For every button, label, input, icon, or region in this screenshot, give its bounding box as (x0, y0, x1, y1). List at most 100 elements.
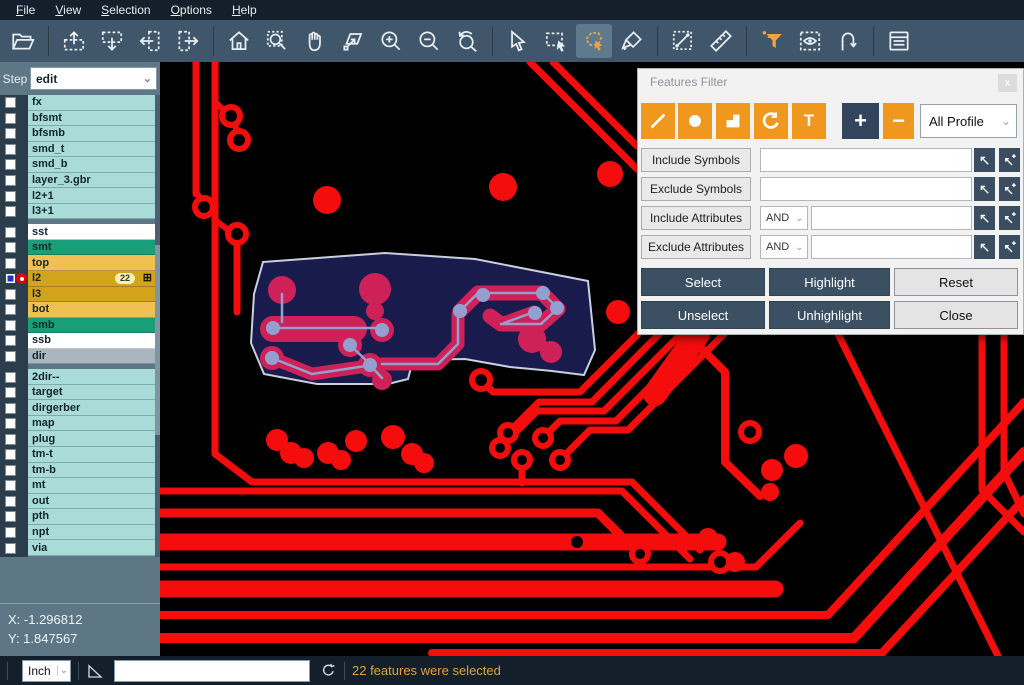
pan-down-icon[interactable] (94, 24, 130, 58)
layer-name-l3[interactable]: l3 (28, 287, 155, 303)
layer-row-l3+1[interactable]: l3+1 (0, 204, 155, 220)
layer-checkbox-sst[interactable] (5, 227, 16, 238)
menu-help[interactable]: Help (222, 1, 267, 19)
layer-checkbox-l2+1[interactable] (5, 191, 16, 202)
layer-checkbox-ssb[interactable] (5, 335, 16, 346)
layer-row-smd_t[interactable]: smd_t (0, 142, 155, 158)
layer-row-bfsmb[interactable]: bfsmb (0, 126, 155, 142)
layer-row-l2[interactable]: l222⊞ (0, 271, 155, 287)
layer-row-tm-t[interactable]: tm-t (0, 447, 155, 463)
pan-right-icon[interactable] (170, 24, 206, 58)
zoom-home-icon[interactable] (221, 24, 257, 58)
layer-checkbox-fx[interactable] (5, 97, 16, 108)
pick-symbol-icon[interactable] (974, 148, 995, 172)
layer-checkbox-bfsmb[interactable] (5, 128, 16, 139)
include-symbols-button[interactable]: Include Symbols (641, 148, 751, 172)
exclude-attributes-button[interactable]: Exclude Attributes (641, 235, 751, 259)
layer-name-plug[interactable]: plug (28, 431, 155, 447)
command-input[interactable] (114, 660, 310, 682)
layer-name-smd_t[interactable]: smd_t (28, 142, 155, 158)
layer-name-map[interactable]: map (28, 416, 155, 432)
layer-row-tm-b[interactable]: tm-b (0, 463, 155, 479)
layer-name-target[interactable]: target (28, 385, 155, 401)
layer-row-via[interactable]: via (0, 540, 155, 556)
layer-row-ssb[interactable]: ssb (0, 333, 155, 349)
filter-include-icon[interactable]: + (842, 103, 879, 139)
feature-info-icon[interactable] (881, 24, 917, 58)
layer-row-npt[interactable]: npt (0, 525, 155, 541)
layer-checkbox-smb[interactable] (5, 320, 16, 331)
layer-name-bfsmt[interactable]: bfsmt (28, 111, 155, 127)
filter-exclude-icon[interactable]: − (883, 103, 914, 139)
layer-row-smd_b[interactable]: smd_b (0, 157, 155, 173)
layer-name-out[interactable]: out (28, 494, 155, 510)
layer-checkbox-out[interactable] (5, 496, 16, 507)
pick-attribute-icon[interactable] (974, 206, 995, 230)
pan-up-icon[interactable] (56, 24, 92, 58)
filter-arc-icon[interactable] (754, 103, 788, 139)
ruler-icon[interactable] (703, 24, 739, 58)
active-layer-indicator[interactable] (16, 273, 27, 284)
layer-checkbox-dir[interactable] (5, 351, 16, 362)
exclude-symbols-input[interactable] (760, 177, 972, 201)
layer-row-smt[interactable]: smt (0, 240, 155, 256)
layer-row-mt[interactable]: mt (0, 478, 155, 494)
pan-left-icon[interactable] (132, 24, 168, 58)
layer-row-2dir--[interactable]: 2dir-- (0, 369, 155, 385)
layer-name-l2+1[interactable]: l2+1 (28, 188, 155, 204)
layer-checkbox-bfsmt[interactable] (5, 113, 16, 124)
layer-name-via[interactable]: via (28, 540, 155, 556)
layer-checkbox-plug[interactable] (5, 434, 16, 445)
filter-text-icon[interactable]: T (792, 103, 826, 139)
pick-add-attribute-icon[interactable] (999, 206, 1020, 230)
layer-checkbox-smt[interactable] (5, 242, 16, 253)
layer-row-out[interactable]: out (0, 494, 155, 510)
pick-add-symbol-icon[interactable] (999, 148, 1020, 172)
layer-row-pth[interactable]: pth (0, 509, 155, 525)
unit-dropdown[interactable]: Inch ⌄ (22, 660, 71, 682)
layer-name-bot[interactable]: bot (28, 302, 155, 318)
zoom-in-icon[interactable] (373, 24, 409, 58)
layer-checkbox-npt[interactable] (5, 527, 16, 538)
layer-row-top[interactable]: top (0, 255, 155, 271)
features-filter-icon[interactable] (754, 24, 790, 58)
open-file-icon[interactable] (5, 24, 41, 58)
layer-checkbox-smd_b[interactable] (5, 159, 16, 170)
filter-surface-icon[interactable] (716, 103, 750, 139)
include-symbols-input[interactable] (760, 148, 972, 172)
layer-name-l3+1[interactable]: l3+1 (28, 204, 155, 220)
layer-row-sst[interactable]: sst (0, 224, 155, 240)
layer-checkbox-via[interactable] (5, 543, 16, 554)
layer-checkbox-2dir--[interactable] (5, 372, 16, 383)
step-dropdown[interactable]: edit ⌄ (30, 67, 157, 90)
zoom-out-icon[interactable] (411, 24, 447, 58)
layer-name-ssb[interactable]: ssb (28, 333, 155, 349)
layer-row-smb[interactable]: smb (0, 318, 155, 334)
layer-checkbox-dirgerber[interactable] (5, 403, 16, 414)
unselect-button[interactable]: Unselect (641, 301, 765, 329)
layer-checkbox-bot[interactable] (5, 304, 16, 315)
layer-checkbox-top[interactable] (5, 258, 16, 269)
layer-name-smt[interactable]: smt (28, 240, 155, 256)
layer-row-l2+1[interactable]: l2+1 (0, 188, 155, 204)
layer-checkbox-smd_t[interactable] (5, 144, 16, 155)
layer-row-bot[interactable]: bot (0, 302, 155, 318)
layer-name-fx[interactable]: fx (28, 95, 155, 111)
zoom-area-icon[interactable] (259, 24, 295, 58)
layer-name-dirgerber[interactable]: dirgerber (28, 400, 155, 416)
include-attributes-input[interactable] (811, 206, 972, 230)
layer-checkbox-mt[interactable] (5, 480, 16, 491)
highlight-button[interactable]: Highlight (769, 268, 890, 296)
layer-name-pth[interactable]: pth (28, 509, 155, 525)
menu-view[interactable]: View (45, 1, 91, 19)
menu-selection[interactable]: Selection (91, 1, 160, 19)
layer-row-map[interactable]: map (0, 416, 155, 432)
layer-checkbox-target[interactable] (5, 387, 16, 398)
zoom-previous-icon[interactable] (449, 24, 485, 58)
exclude-symbols-button[interactable]: Exclude Symbols (641, 177, 751, 201)
layer-checkbox-l2[interactable] (5, 273, 16, 284)
clear-paint-icon[interactable] (614, 24, 650, 58)
layer-name-top[interactable]: top (28, 255, 155, 271)
menu-options[interactable]: Options (161, 1, 222, 19)
pick-attribute-icon[interactable] (974, 235, 995, 259)
